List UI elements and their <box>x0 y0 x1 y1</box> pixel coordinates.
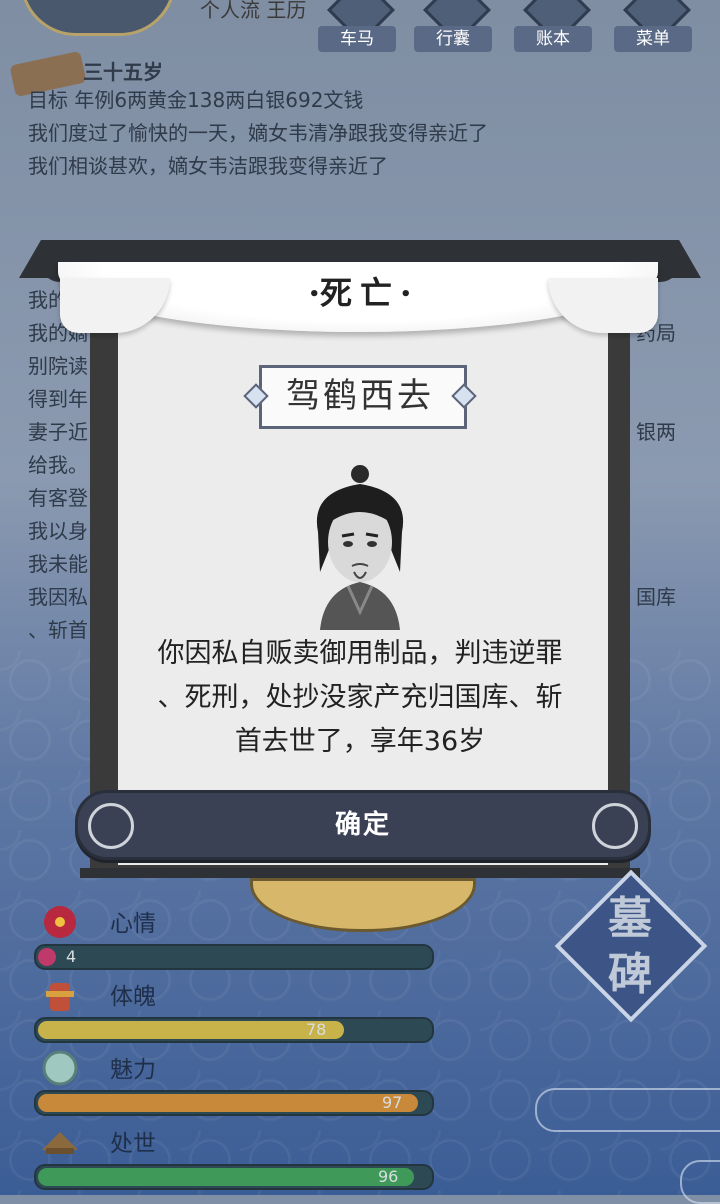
log-fragment: 银两 <box>636 420 676 444</box>
subtitle-banner: 驾鹤西去 <box>243 365 477 429</box>
stat-name: 心情 <box>110 911 156 937</box>
stat-value: 96 <box>378 1167 399 1186</box>
top-bar: 个人流 王历 车马 行囊 账本 菜单 <box>0 0 720 56</box>
stat-bar-fill <box>38 1168 414 1186</box>
nav-menu-button[interactable]: 菜单 <box>614 0 692 52</box>
tomb-label: 墓 <box>608 893 652 944</box>
dialog-subtitle: 驾鹤西去 <box>286 376 434 416</box>
message-line: 、死刑，处抄没家产充归国库、斩 <box>157 682 563 713</box>
nav-carriage-button[interactable]: 车马 <box>318 0 396 52</box>
log-fragment: 我未能 <box>28 552 88 576</box>
stat-name: 体魄 <box>110 984 156 1010</box>
nav-label: 行囊 <box>414 26 492 52</box>
stat-name: 魅力 <box>110 1057 156 1083</box>
stat-bar: 4 <box>34 944 434 970</box>
log-fragment: 我以身 <box>28 519 88 543</box>
flower-icon <box>44 906 76 938</box>
decor-scroll <box>535 1088 720 1132</box>
log-fragment: 妻子近 <box>28 420 88 444</box>
nav-bag-button[interactable]: 行囊 <box>414 0 492 52</box>
nav-ledger-button[interactable]: 账本 <box>514 0 592 52</box>
log-fragment: 我因私 <box>28 585 88 609</box>
log-line: 我们度过了愉快的一天，嫡女韦清净跟我变得亲近了 <box>28 121 488 145</box>
stat-bar-fill <box>38 948 56 966</box>
stat-value: 4 <box>66 947 77 966</box>
stat-bar: 78 <box>34 1017 434 1043</box>
dialog-title-text: 死亡 <box>319 274 400 312</box>
log-fragment: 得到年 <box>28 387 88 411</box>
message-line: 你因私自贩卖御用制品，判违逆罪 <box>157 638 563 669</box>
avatar[interactable] <box>20 0 176 36</box>
tombstone-button[interactable]: 墓 碑 <box>554 869 708 1023</box>
nav-label: 车马 <box>318 26 396 52</box>
message-line: 首去世了，享年36岁 <box>234 726 486 757</box>
dialog-base <box>80 868 640 878</box>
stat-bar-fill <box>38 1094 418 1112</box>
gem-icon <box>42 1050 78 1086</box>
stat-bar: 97 <box>34 1090 434 1116</box>
stat-name: 处世 <box>110 1131 156 1157</box>
confirm-button[interactable]: 确定 <box>75 790 651 860</box>
death-message: 你因私自贩卖御用制品，判违逆罪 、死刑，处抄没家产充归国库、斩 首去世了，享年3… <box>130 632 590 764</box>
top-partial-text: 个人流 王历 <box>200 0 307 22</box>
stat-value: 78 <box>306 1020 327 1039</box>
character-portrait-icon <box>316 465 404 630</box>
dialog-title: •死亡• <box>260 270 460 316</box>
tomb-label: 碑 <box>608 949 652 1000</box>
stat-bar: 96 <box>34 1164 434 1190</box>
dot-icon: • <box>308 284 320 305</box>
log-fragment: 别院读 <box>28 354 88 378</box>
log-fragment: 有客登 <box>28 486 88 510</box>
confirm-label: 确定 <box>334 810 391 840</box>
log-fragment: 给我。 <box>28 453 88 477</box>
stat-value: 97 <box>382 1093 403 1112</box>
log-fragment: 国库 <box>636 585 676 609</box>
log-line: 我们相谈甚欢，嫡女韦洁跟我变得亲近了 <box>28 154 388 178</box>
log-line: 目标 年例6两黄金138两白银692文钱 <box>28 88 364 112</box>
nav-label: 菜单 <box>614 26 692 52</box>
hat-icon <box>42 1132 78 1154</box>
dot-icon: • <box>400 284 412 305</box>
stat-bar-fill <box>38 1021 344 1039</box>
log-fragment: 、斩首 <box>28 618 88 642</box>
nav-label: 账本 <box>514 26 592 52</box>
hydrant-icon <box>46 983 74 1011</box>
decor-scroll <box>680 1160 720 1204</box>
